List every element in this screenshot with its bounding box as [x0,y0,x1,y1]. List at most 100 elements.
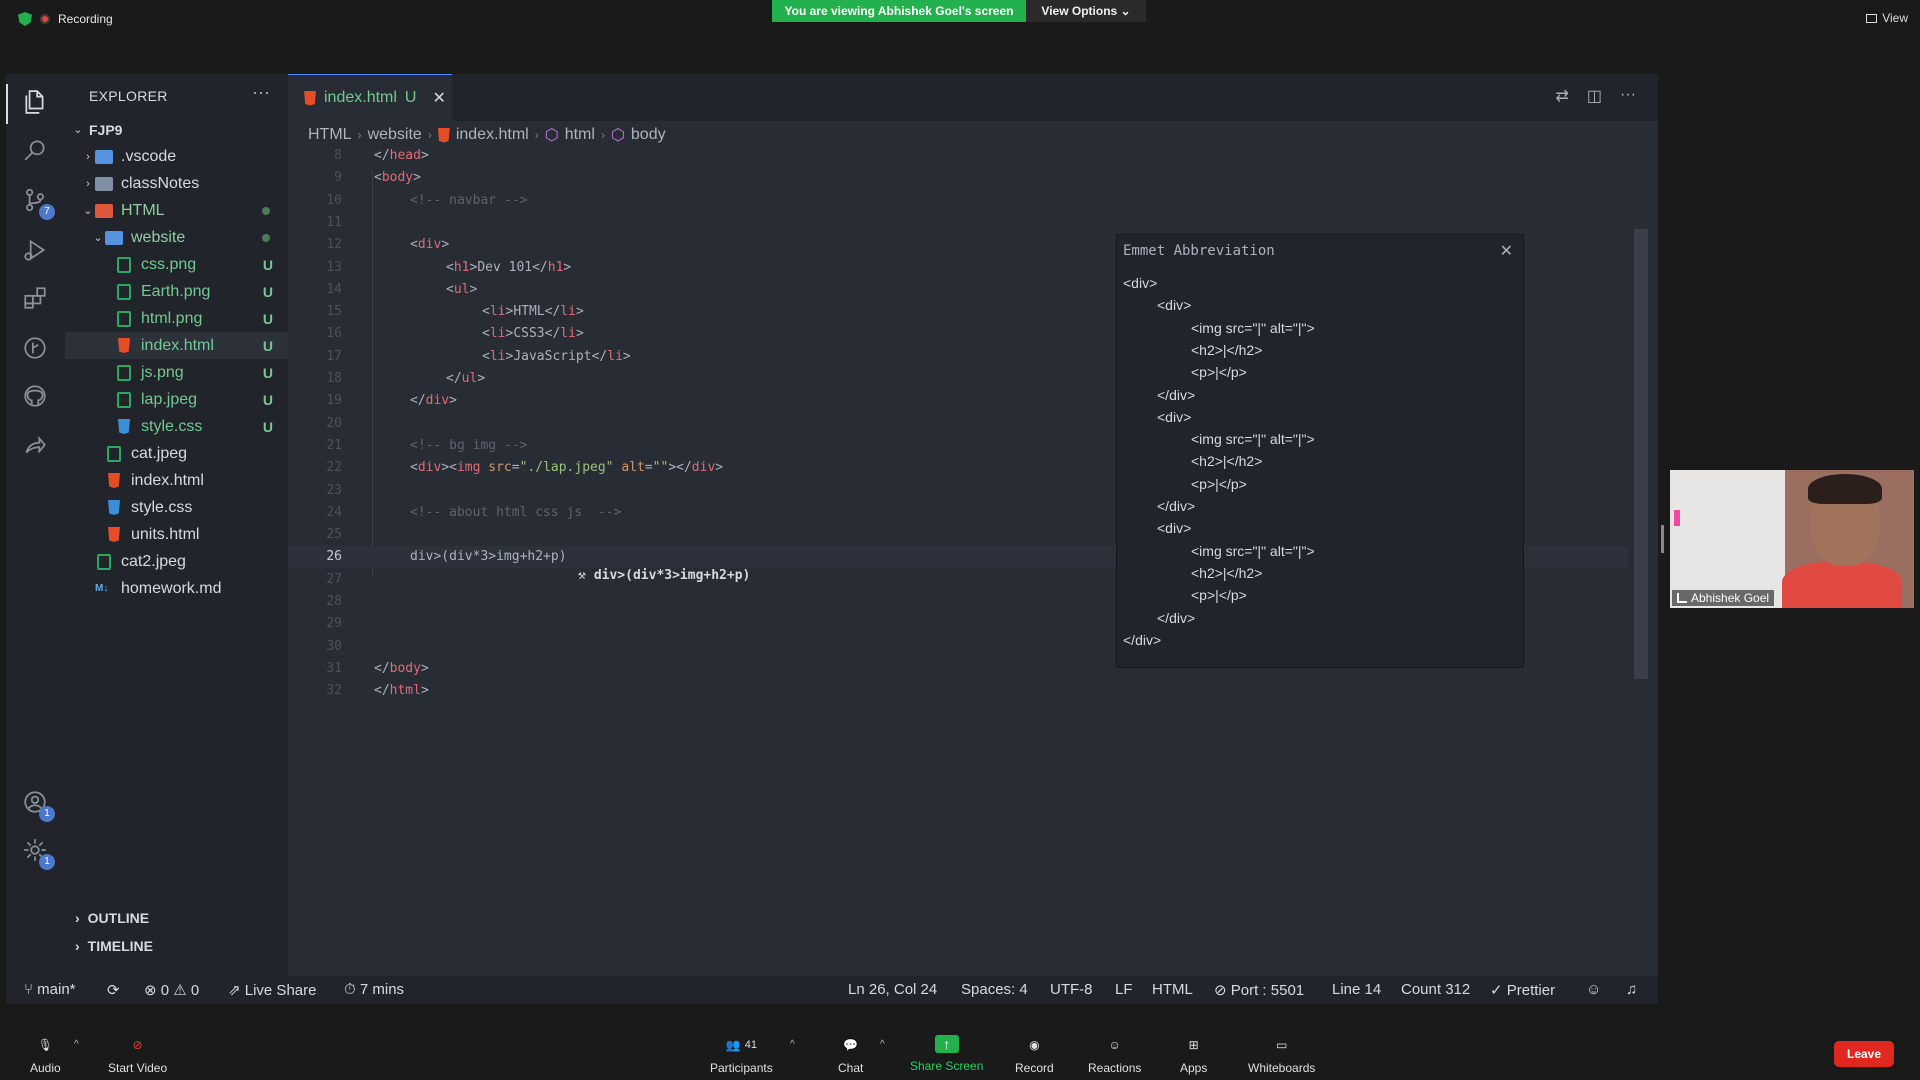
breadcrumb-body-element[interactable]: body [631,126,666,144]
tree-item[interactable]: › .vscode [65,143,288,170]
compare-changes-icon[interactable]: ⇄ [1555,86,1568,106]
sync-icon[interactable]: ⟳ [107,981,120,999]
leave-button[interactable]: Leave [1834,1041,1894,1067]
breadcrumb-html-element[interactable]: html [565,126,595,144]
encoding-status[interactable]: UTF-8 [1050,981,1093,998]
tree-item[interactable]: style.css [65,494,288,521]
start-video-label: Start Video [108,1061,168,1075]
breadcrumb-website-folder[interactable]: website [368,126,422,144]
branch-status[interactable]: ⑂ main* [24,981,76,998]
indentation-status[interactable]: Spaces: 4 [961,981,1028,998]
chevron-right-icon: › [534,128,539,142]
live-share-status[interactable]: ⇗ Live Share [228,981,316,999]
gear-icon[interactable]: 1 [19,834,55,870]
code-line: 9 <body> [288,167,1628,189]
search-activity-icon[interactable] [19,134,51,166]
word-count[interactable]: Count 312 [1401,981,1470,998]
share-screen-button[interactable]: ↑ Share Screen [910,1035,983,1073]
code-token: li [489,348,506,364]
explorer-activity-icon[interactable] [19,86,51,118]
more-actions-icon[interactable]: ··· [252,82,270,103]
participants-count: 41 [744,1039,757,1051]
code-text: </div> [410,390,457,412]
timeline-section[interactable]: › TIMELINE [75,938,153,954]
problems-status[interactable]: ⊗ 0 ⚠ 0 [144,981,199,999]
emmet-line: </div> [1157,609,1196,626]
code-token: ></ [668,460,692,476]
bell-icon[interactable]: ♫ [1626,981,1637,998]
caret-up-icon[interactable]: ^ [74,1039,79,1050]
view-options-button[interactable]: View Options ⌄ [1026,0,1146,22]
live-server-port[interactable]: ⊘ Port : 5501 [1214,981,1304,999]
close-icon[interactable]: ✕ [1500,241,1513,261]
source-control-icon[interactable]: 7 [19,184,55,220]
live-share-activity-icon[interactable] [19,430,51,462]
eol-status[interactable]: LF [1115,981,1133,998]
more-actions-icon[interactable]: ··· [1620,86,1636,106]
prettier-status[interactable]: ✓ Prettier [1490,981,1555,999]
vertical-scrollbar[interactable] [1634,229,1648,679]
tree-item[interactable]: Earth.png U [65,278,288,305]
start-video-button[interactable]: ⊘ Start Video [108,1035,167,1075]
tree-item[interactable]: cat.jpeg [65,440,288,467]
whiteboard-icon: ▭ [1276,1038,1288,1052]
tree-item[interactable]: index.html [65,467,288,494]
workspace-root[interactable]: ⌄ FJP9 [65,116,288,143]
accounts-icon[interactable]: 1 [19,786,55,822]
tree-item[interactable]: index.html U [65,332,288,359]
chat-button[interactable]: 💬 Chat [838,1035,863,1075]
extensions-icon[interactable] [19,282,51,314]
image-file-icon [115,283,133,301]
split-editor-icon[interactable]: ◫ [1587,86,1602,106]
tree-item[interactable]: cat2.jpeg [65,548,288,575]
code-text: </body> [374,658,429,680]
tree-item[interactable]: css.png U [65,251,288,278]
language-mode[interactable]: HTML [1152,981,1193,998]
tree-item[interactable]: ⌄ HTML [65,197,288,224]
close-icon[interactable]: ✕ [432,88,445,108]
run-debug-icon[interactable] [19,234,51,266]
apps-icon: ⊞ [1188,1038,1199,1052]
view-button[interactable]: View [1866,11,1908,25]
tree-item[interactable]: js.png U [65,359,288,386]
folder-website-icon [105,229,123,247]
reactions-button[interactable]: ☺ Reactions [1088,1035,1141,1075]
emmet-line: <p>|</p> [1191,475,1247,492]
apps-button[interactable]: ⊞ Apps [1180,1035,1207,1075]
code-token: > [575,326,584,342]
code-token: </ [374,683,390,699]
caret-up-icon[interactable]: ^ [880,1039,885,1050]
participants-button[interactable]: 👥 41 Participants [710,1035,773,1075]
whiteboards-button[interactable]: ▭ Whiteboards [1248,1035,1315,1075]
tree-item[interactable]: › classNotes [65,170,288,197]
github-icon[interactable] [19,380,51,412]
breadcrumb-html-folder[interactable]: HTML [308,126,352,144]
port-label: Port : 5501 [1230,982,1305,999]
feedback-icon[interactable]: ☺ [1586,981,1601,998]
tree-item[interactable]: html.png U [65,305,288,332]
outline-section[interactable]: › OUTLINE [75,910,149,926]
tree-item[interactable]: style.css U [65,413,288,440]
tree-item[interactable]: ⌄ website [65,224,288,251]
suggestion-item[interactable]: ⚒ div>(div*3>img+h2+p) [578,568,750,583]
line-number: 24 [326,504,342,520]
chevron-right-icon: › [86,177,90,190]
cursor-position[interactable]: Ln 26, Col 24 [848,981,937,998]
participant-video[interactable]: Abhishek Goel [1670,470,1914,608]
tree-item[interactable]: units.html [65,521,288,548]
tree-item[interactable]: lap.jpeg U [65,386,288,413]
record-button[interactable]: ◉ Record [1015,1035,1054,1075]
code-text: <!-- about html css js --> [410,502,621,524]
breadcrumb-file[interactable]: index.html [456,126,529,144]
timeline-history-icon[interactable] [19,332,51,364]
tree-item[interactable]: M↓ homework.md [65,575,288,602]
emmet-preview-popup: Emmet Abbreviation ✕ <div> <div> <img src=… [1116,234,1524,668]
time-status[interactable]: ⏱ 7 mins [344,981,404,998]
line-status[interactable]: Line 14 [1332,981,1381,998]
audio-button[interactable]: 🎙 Audio [30,1035,61,1075]
tab-index-html[interactable]: index.html U ✕ [288,74,452,121]
panel-handle[interactable] [1661,525,1664,553]
caret-up-icon[interactable]: ^ [790,1039,795,1050]
chevron-right-icon: › [75,938,80,954]
live-share-label: Live Share [244,982,317,999]
